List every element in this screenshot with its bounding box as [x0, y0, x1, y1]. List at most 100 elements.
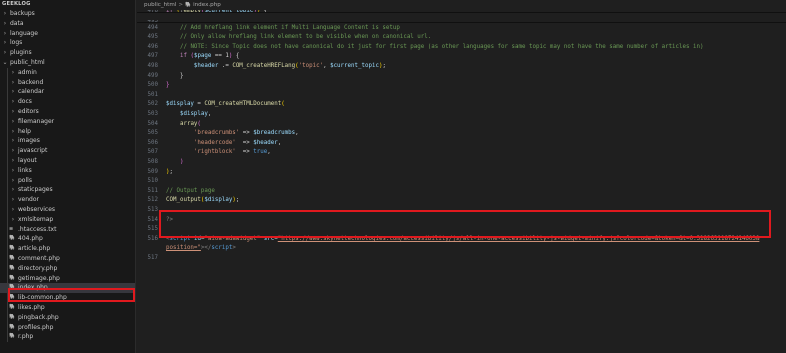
chevron-right-icon[interactable]: ›: [10, 68, 16, 78]
explorer-root-label[interactable]: GEEKLOG: [0, 0, 135, 9]
code-line[interactable]: 500}: [137, 81, 786, 91]
chevron-right-icon[interactable]: ›: [10, 146, 16, 156]
folder-item-docs[interactable]: › docs: [0, 97, 135, 107]
file-item-comment-php[interactable]: 🐘 comment.php: [0, 253, 135, 264]
folder-item-public-html[interactable]: ⌄ public_html: [0, 58, 135, 68]
folder-item-backups[interactable]: › backups: [0, 9, 135, 19]
breadcrumb-folder[interactable]: public_html: [144, 2, 176, 8]
file-item-r-php[interactable]: 🐘 r.php: [0, 332, 135, 343]
php-file-icon: 🐘: [9, 303, 16, 310]
code-line[interactable]: 514 ?>: [137, 216, 786, 226]
code-line[interactable]: 517: [137, 254, 786, 264]
folder-item-vendor[interactable]: › vendor: [0, 195, 135, 205]
chevron-right-icon[interactable]: ›: [10, 107, 16, 117]
chevron-right-icon[interactable]: ›: [10, 117, 16, 127]
code-editor[interactable]: public_html > 🐘 index.php 476 if (!empty($c…: [137, 0, 786, 353]
folder-item-layout[interactable]: › layout: [0, 155, 135, 166]
chevron-right-icon[interactable]: ›: [10, 166, 16, 176]
folder-item-staticpages[interactable]: › staticpages: [0, 185, 135, 196]
indent-guide: [7, 155, 8, 166]
folder-item-help[interactable]: › help: [0, 126, 135, 137]
folder-item-logs[interactable]: › logs: [0, 38, 135, 48]
code-token: // Output page: [166, 187, 215, 194]
code-line[interactable]: 510: [137, 177, 786, 187]
file-item-404-php[interactable]: 🐘 404.php: [0, 234, 135, 245]
code-line[interactable]: 511 // Output page: [137, 187, 786, 197]
code-line[interactable]: 509);: [137, 168, 786, 178]
code-line[interactable]: 507 'rightblock' => true,: [137, 148, 786, 158]
code-line[interactable]: 502 $display = COM_createHTMLDocument(: [137, 100, 786, 110]
breadcrumb-file[interactable]: index.php: [193, 2, 221, 8]
code-line[interactable]: 503 $display,: [137, 110, 786, 120]
code-line[interactable]: 497 if ($page == 1) {: [137, 52, 786, 62]
folder-item-calendar[interactable]: › calendar: [0, 87, 135, 98]
tree-item-label: r.php: [18, 333, 34, 341]
chevron-right-icon[interactable]: ›: [2, 29, 8, 39]
chevron-right-icon[interactable]: ›: [10, 176, 16, 186]
chevron-down-icon[interactable]: ⌄: [2, 58, 8, 68]
code-line[interactable]: 508 ): [137, 158, 786, 168]
folder-item-images[interactable]: › images: [0, 136, 135, 147]
chevron-right-icon[interactable]: ›: [10, 127, 16, 137]
folder-item-javascript[interactable]: › javascript: [0, 146, 135, 156]
file-item-pingback-php[interactable]: 🐘 pingback.php: [0, 312, 135, 323]
folder-item-links[interactable]: › links: [0, 165, 135, 176]
chevron-right-icon[interactable]: ›: [10, 156, 16, 166]
file-item-directory-php[interactable]: 🐘 directory.php: [0, 263, 135, 274]
folder-item-polls[interactable]: › polls: [0, 175, 135, 186]
code-line[interactable]: 476 if (!empty($current_topic)) {: [137, 10, 786, 14]
code-line[interactable]: 505 'breadcrumbs' => $breadcrumbs,: [137, 129, 786, 139]
file-item-profiles-php[interactable]: 🐘 profiles.php: [0, 322, 135, 333]
folder-item-plugins[interactable]: › plugins: [0, 48, 135, 58]
folder-item-admin[interactable]: › admin: [0, 67, 135, 78]
chevron-right-icon[interactable]: ›: [10, 195, 16, 205]
indent-guide: [7, 244, 8, 254]
folder-item-language[interactable]: › language: [0, 29, 135, 39]
code-token: if: [179, 53, 191, 60]
line-text: if (!empty($current_topic)) {: [166, 10, 267, 12]
code-line[interactable]: position="></script>: [137, 244, 786, 254]
file-item-htaccess-txt[interactable]: ≡ .htaccess.txt: [0, 224, 135, 235]
folder-item-data[interactable]: › data: [0, 19, 135, 29]
chevron-right-icon[interactable]: ›: [2, 38, 8, 48]
file-item-getimage-php[interactable]: 🐘 getimage.php: [0, 273, 135, 284]
folder-item-filemanager[interactable]: › filemanager: [0, 116, 135, 127]
folder-item-backend[interactable]: › backend: [0, 77, 135, 88]
line-text: // Only allow hreflang link element to b…: [166, 33, 431, 43]
code-line[interactable]: 506 'headercode' => $header,: [137, 139, 786, 149]
folder-item-editors[interactable]: › editors: [0, 106, 135, 117]
code-line[interactable]: 498 $header .= COM_createHREFLang('topic…: [137, 62, 786, 72]
php-file-icon: 🐘: [9, 333, 16, 340]
chevron-right-icon[interactable]: ›: [10, 136, 16, 146]
chevron-right-icon[interactable]: ›: [10, 78, 16, 88]
code-line[interactable]: 513: [137, 206, 786, 216]
code-line[interactable]: 493: [137, 19, 786, 23]
chevron-right-icon[interactable]: ›: [10, 205, 16, 215]
code-line[interactable]: 495 // Only allow hreflang link element …: [137, 33, 786, 43]
code-line-highlighted[interactable]: 516 <script id="aioa-adawidget" src="http…: [137, 235, 786, 245]
file-item-likes-php[interactable]: 🐘 likes.php: [0, 302, 135, 313]
chevron-right-icon[interactable]: ›: [10, 215, 16, 225]
code-line[interactable]: 512 COM_output($display);: [137, 196, 786, 206]
chevron-right-icon[interactable]: ›: [10, 185, 16, 195]
chevron-right-icon[interactable]: ›: [2, 48, 8, 58]
code-token: $header: [253, 139, 278, 146]
chevron-right-icon[interactable]: ›: [2, 19, 8, 29]
code-line[interactable]: 499 }: [137, 72, 786, 82]
folder-item-webservices[interactable]: › webservices: [0, 204, 135, 215]
folder-item-xmlsitemap[interactable]: › xmlsitemap: [0, 214, 135, 225]
chevron-right-icon[interactable]: ›: [10, 97, 16, 107]
code-line[interactable]: 494 // Add hreflang link element if Mult…: [137, 24, 786, 34]
code-line[interactable]: 501: [137, 91, 786, 101]
indent-guide: [7, 302, 8, 313]
file-item-article-php[interactable]: 🐘 article.php: [0, 244, 135, 254]
code-line[interactable]: 504 array(: [137, 120, 786, 130]
code-line[interactable]: 515: [137, 225, 786, 235]
chevron-right-icon[interactable]: ›: [10, 87, 16, 97]
file-item-lib-common-php[interactable]: 🐘 lib-common.php: [0, 293, 135, 303]
tree-item-label: logs: [10, 39, 23, 47]
file-item-index-php[interactable]: 🐘 index.php: [0, 283, 135, 294]
chevron-right-icon[interactable]: ›: [2, 9, 8, 19]
code-line[interactable]: 496 // NOTE: Since Topic does not have c…: [137, 43, 786, 53]
